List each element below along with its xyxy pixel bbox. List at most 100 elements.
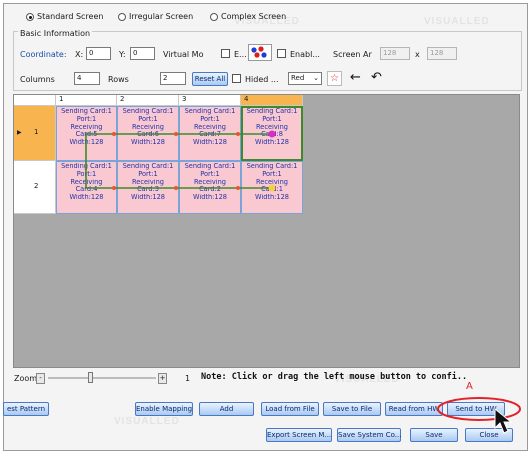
screen-height-input[interactable]: 128: [427, 47, 457, 60]
coordinate-x-input[interactable]: 0: [86, 47, 111, 60]
receiving-card-cell[interactable]: Sending Card:1 Port:1 Receiving Card:5 W…: [56, 106, 117, 161]
row-header-label: 2: [34, 182, 39, 190]
export-screen-button[interactable]: Export Screen M...: [266, 428, 332, 442]
annotation-marker-a: A: [466, 381, 473, 392]
width-text: Width:128: [193, 139, 227, 147]
color-select[interactable]: Red ⌄: [288, 72, 322, 85]
width-text: Width:128: [255, 194, 289, 202]
zoom-label: Zoom: [14, 374, 38, 383]
columns-input[interactable]: 4: [74, 72, 100, 85]
load-from-file-button[interactable]: Load from File: [261, 402, 319, 416]
save-button[interactable]: Save: [410, 428, 458, 442]
zoom-slider-track[interactable]: [48, 377, 156, 379]
star-icon[interactable]: ☆: [327, 71, 342, 86]
test-pattern-button[interactable]: est Pattern: [3, 402, 49, 416]
hidden-checkbox[interactable]: [232, 74, 241, 83]
virtual-mode-label: Virtual Mo: [163, 50, 204, 59]
column-header[interactable]: 1: [56, 95, 117, 106]
zoom-minus-button[interactable]: -: [36, 373, 45, 384]
reset-all-button[interactable]: Reset All: [192, 72, 228, 86]
card-number-text: Card:2: [199, 186, 221, 194]
sending-card-text: Sending Card:1: [122, 163, 174, 170]
card-number-text: Card:6: [137, 131, 159, 139]
save-to-file-button[interactable]: Save to File: [323, 402, 381, 416]
receiving-card-cell[interactable]: Sending Card:1 Port:1 Receiving Card:4 W…: [56, 161, 117, 214]
card-number-text: Card:8: [261, 131, 283, 139]
row-header-label: 1: [34, 128, 39, 136]
basic-information-title: Basic Information: [18, 29, 93, 38]
irregular-screen-radio[interactable]: [118, 13, 126, 21]
receiving-text: Receiving: [70, 178, 103, 186]
receiving-text: Receiving: [256, 178, 288, 186]
grid-corner: [14, 95, 56, 106]
sending-card-text: Sending Card:1: [61, 163, 112, 170]
back-arrow-icon[interactable]: ←: [350, 70, 361, 86]
row-pointer-icon: ▶: [17, 129, 22, 136]
card-number-text: Card:7: [199, 131, 221, 139]
screen-width-input[interactable]: 128: [380, 47, 410, 60]
standard-screen-radio[interactable]: [26, 13, 34, 21]
sending-card-text: Sending Card:1: [246, 108, 298, 115]
x-label: X:: [75, 50, 84, 59]
zoom-slider-thumb[interactable]: [88, 372, 93, 383]
receiving-card-cell[interactable]: Sending Card:1 Port:1 Receiving Card:2 W…: [179, 161, 241, 214]
columns-label: Columns: [20, 75, 55, 84]
port-text: Port:1: [262, 170, 282, 178]
standard-screen-label: Standard Screen: [37, 12, 104, 21]
receiving-card-cell[interactable]: Sending Card:1 Port:1 Receiving Card:6 W…: [117, 106, 179, 161]
enable-label: Enabl...: [290, 50, 320, 59]
coordinate-y-input[interactable]: 0: [130, 47, 155, 60]
width-text: Width:128: [69, 139, 104, 147]
column-header[interactable]: 3: [179, 95, 241, 106]
color-select-value: Red: [291, 74, 305, 82]
receiving-card-cell[interactable]: Sending Card:1 Port:1 Receiving Card:3 W…: [117, 161, 179, 214]
receiving-text: Receiving: [132, 123, 164, 131]
screen-size-separator: x: [415, 50, 420, 59]
receiving-text: Receiving: [256, 123, 288, 131]
sending-card-text: Sending Card:1: [184, 108, 236, 115]
row-header[interactable]: 2: [14, 161, 56, 214]
read-from-hw-button[interactable]: Read from HW: [385, 402, 443, 416]
card-number-text: Card:5: [75, 131, 98, 139]
sending-card-text: Sending Card:1: [184, 163, 236, 170]
card-number-text: Card:4: [75, 186, 98, 194]
watermark-text: VISUALLED: [424, 16, 490, 27]
receiving-text: Receiving: [194, 123, 226, 131]
add-button[interactable]: Add: [199, 402, 254, 416]
enable-checkbox[interactable]: [277, 49, 286, 58]
width-text: Width:128: [193, 194, 227, 202]
zoom-plus-button[interactable]: +: [158, 373, 167, 384]
undo-icon[interactable]: ↶: [371, 70, 382, 86]
y-label: Y:: [119, 50, 126, 59]
complex-screen-label: Complex Screen: [221, 12, 287, 21]
port-text: Port:1: [200, 170, 220, 178]
screen-layout-grid[interactable]: 1 2 3 4 ▶ 1 2 Sending Card:1 Port:1 Rece…: [13, 94, 520, 368]
save-system-config-button[interactable]: Save System Co...: [337, 428, 401, 442]
receiving-text: Receiving: [132, 178, 164, 186]
width-text: Width:128: [131, 194, 165, 202]
column-header[interactable]: 2: [117, 95, 179, 106]
row-header-selected[interactable]: ▶ 1: [14, 106, 56, 161]
width-text: Width:128: [255, 139, 289, 147]
irregular-screen-label: Irregular Screen: [129, 12, 194, 21]
e-label: E...: [234, 50, 247, 59]
enable-mapping-button[interactable]: Enable Mapping: [135, 402, 193, 416]
zoom-value: 1: [185, 374, 191, 383]
complex-screen-radio[interactable]: [210, 13, 218, 21]
receiving-card-cell[interactable]: Sending Card:1 Port:1 Receiving Card:1 W…: [241, 161, 303, 214]
rows-label: Rows: [108, 75, 129, 84]
screen-area-label: Screen Ar: [333, 50, 372, 59]
sending-card-text: Sending Card:1: [246, 163, 298, 170]
column-header-selected[interactable]: 4: [241, 95, 303, 106]
card-number-text: Card:1: [261, 186, 283, 194]
virtual-mode-checkbox[interactable]: [221, 49, 230, 58]
port-text: Port:1: [76, 170, 97, 178]
port-text: Port:1: [138, 115, 158, 123]
receiving-text: Receiving: [194, 178, 226, 186]
rgb-color-icon[interactable]: [248, 44, 272, 61]
sending-card-text: Sending Card:1: [122, 108, 174, 115]
rows-input[interactable]: 2: [160, 72, 186, 85]
receiving-card-cell-selected[interactable]: Sending Card:1 Port:1 Receiving Card:8 W…: [241, 106, 303, 161]
sending-card-text: Sending Card:1: [61, 108, 112, 115]
receiving-card-cell[interactable]: Sending Card:1 Port:1 Receiving Card:7 W…: [179, 106, 241, 161]
